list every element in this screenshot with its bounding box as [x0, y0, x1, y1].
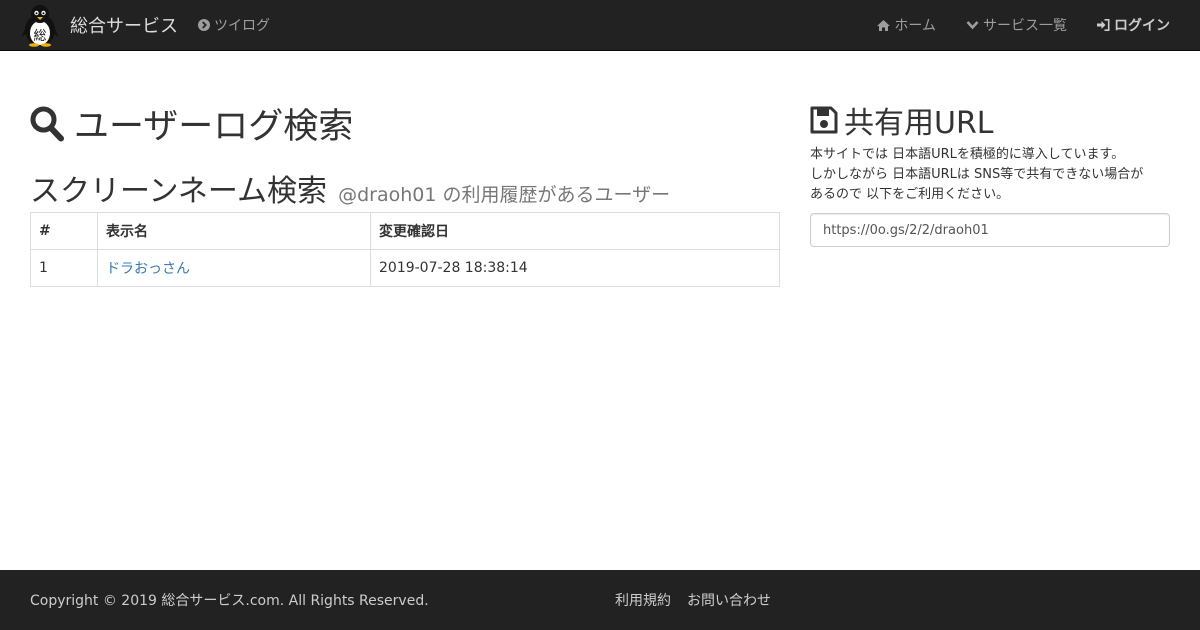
copyright-text: Copyright © 2019 総合サービス.com. All Rights … — [30, 593, 429, 609]
nav-home-link[interactable]: ホーム — [877, 15, 936, 35]
share-title-row: 共有用URL — [810, 98, 994, 142]
floppy-disk-icon — [810, 106, 838, 134]
nav-tweetlog-link[interactable]: ツイログ — [198, 15, 270, 35]
user-log-table: # 表示名 変更確認日 1 ドラおっさん 2019-07-28 18:38:14 — [30, 212, 780, 287]
chevron-down-icon — [966, 21, 979, 30]
header-index: # — [30, 212, 98, 250]
contact-link[interactable]: お問い合わせ — [687, 590, 771, 610]
brand-link[interactable]: 総 総合サービス — [20, 2, 178, 48]
sign-in-icon — [1097, 19, 1110, 31]
cell-index: 1 — [30, 249, 98, 287]
nav-login-link[interactable]: ログイン — [1097, 15, 1170, 35]
share-url-input[interactable] — [810, 213, 1170, 247]
header-display-name: 表示名 — [97, 212, 371, 250]
share-description-line: しかしながら 日本語URLは SNS等で共有できない場合が — [810, 167, 1144, 182]
cell-change-date: 2019-07-28 18:38:14 — [370, 249, 780, 287]
section-title: スクリーンネーム検索 — [30, 174, 327, 209]
page-title-row: ユーザーログ検索 — [30, 98, 353, 149]
footer: Copyright © 2019 総合サービス.com. All Rights … — [0, 570, 1200, 630]
section-subtitle: @draoh01 の利用履歴があるユーザー — [338, 184, 671, 206]
section-heading: スクリーンネーム検索 @draoh01 の利用履歴があるユーザー — [30, 166, 670, 210]
brand-logo-glyph: 総 — [33, 29, 46, 44]
penguin-logo: 総 — [21, 5, 59, 47]
nav-login-label: ログイン — [1114, 18, 1170, 34]
nav-services-label: サービス一覧 — [983, 18, 1067, 34]
display-name-link[interactable]: ドラおっさん — [106, 261, 190, 277]
brand-name[interactable]: 総合サービス — [70, 12, 178, 38]
share-description-line: あるので 以下をご利用ください。 — [810, 187, 1010, 202]
nav-tweetlog-label: ツイログ — [214, 18, 270, 34]
home-icon — [877, 19, 891, 31]
share-description-line: 本サイトでは 日本語URLを積極的に導入しています。 — [810, 147, 1125, 162]
search-icon — [30, 106, 64, 141]
share-description: 本サイトでは 日本語URLを積極的に導入しています。 しかしながら 日本語URL… — [810, 145, 1180, 205]
table-header-row: # 表示名 変更確認日 — [30, 212, 780, 250]
nav-services-dropdown[interactable]: サービス一覧 — [966, 15, 1067, 35]
top-navbar: 総 総合サービス ツイログ ホーム サービス一覧 ログイン — [0, 0, 1200, 51]
page-title: ユーザーログ検索 — [74, 107, 354, 147]
header-change-date: 変更確認日 — [370, 212, 780, 250]
nav-home-label: ホーム — [894, 18, 936, 34]
cell-display-name: ドラおっさん — [97, 249, 371, 287]
table-row: 1 ドラおっさん 2019-07-28 18:38:14 — [30, 249, 780, 287]
terms-link[interactable]: 利用規約 — [615, 590, 671, 610]
chevron-circle-right-icon — [198, 19, 210, 31]
footer-links: 利用規約 お問い合わせ — [615, 570, 787, 630]
share-title: 共有用URL — [844, 106, 994, 141]
